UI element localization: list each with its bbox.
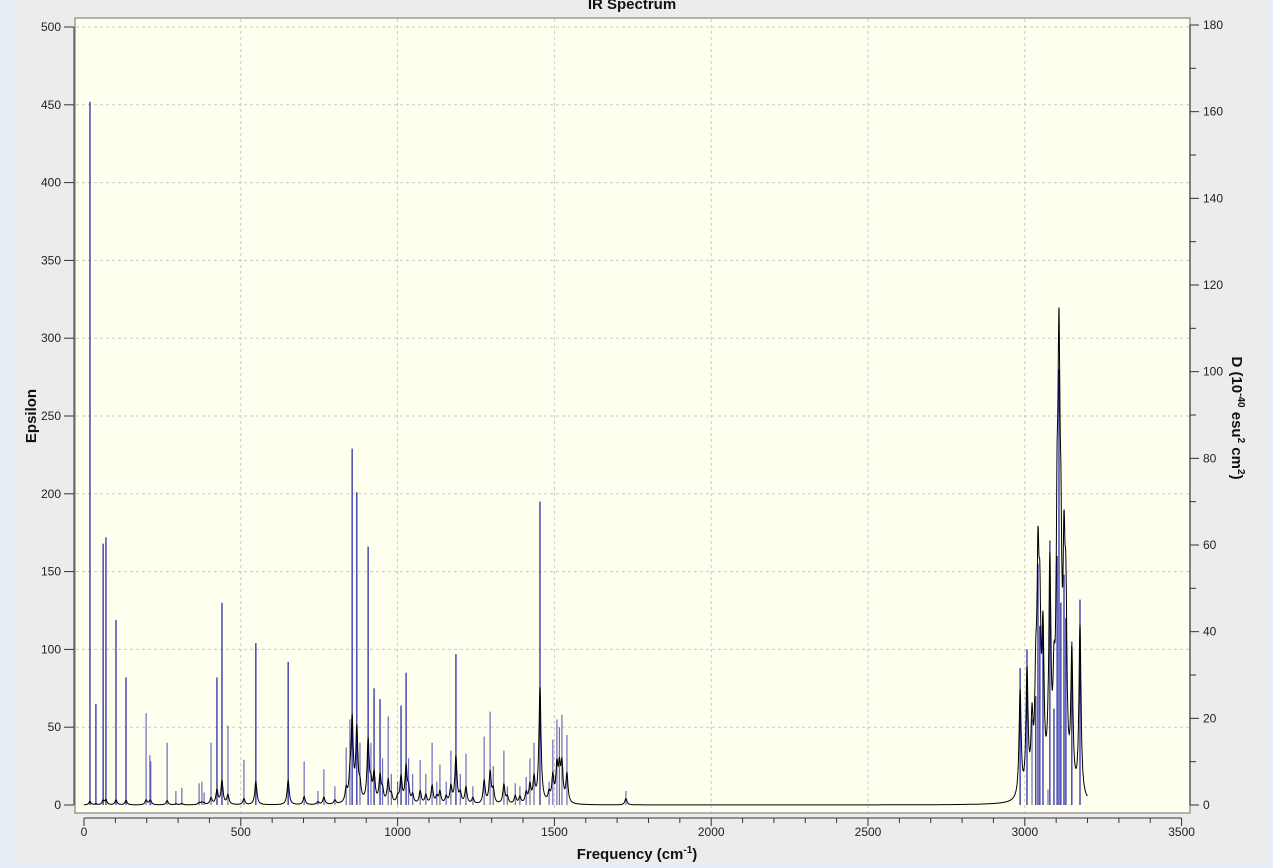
y-right-tick-label: 180 bbox=[1203, 18, 1223, 32]
y-right-tick-label: 160 bbox=[1203, 105, 1223, 119]
y-tick-label: 150 bbox=[41, 565, 61, 579]
y-tick-label: 300 bbox=[41, 331, 61, 345]
y-tick-label: 350 bbox=[41, 253, 61, 267]
ir-spectrum-chart: IR Spectrum 0 500 1000 1500 2000 2500 3000 3500… bbox=[23, 0, 1246, 863]
chart-title: IR Spectrum bbox=[588, 0, 676, 13]
y-tick-label: 500 bbox=[41, 20, 61, 34]
x-tick-label: 0 bbox=[81, 825, 88, 839]
x-tick-label: 3000 bbox=[1011, 825, 1038, 839]
y-tick-label: 100 bbox=[41, 642, 61, 656]
y-right-tick-label: 0 bbox=[1203, 798, 1210, 812]
y-tick-label: 0 bbox=[54, 798, 61, 812]
y-axis-label: Epsilon bbox=[23, 389, 40, 443]
plot-area bbox=[74, 17, 1191, 814]
y-right-tick-label: 100 bbox=[1203, 365, 1223, 379]
x-tick-label: 2000 bbox=[698, 825, 725, 839]
y-tick-label: 450 bbox=[41, 98, 61, 112]
y-right-tick-label: 120 bbox=[1203, 278, 1223, 292]
y-tick-label: 250 bbox=[41, 409, 61, 423]
y-tick-label: 400 bbox=[41, 176, 61, 190]
y-tick-label: 50 bbox=[48, 720, 62, 734]
y-right-tick-label: 140 bbox=[1203, 191, 1223, 205]
x-tick-label: 3500 bbox=[1168, 825, 1195, 839]
x-tick-label: 500 bbox=[231, 825, 251, 839]
x-tick-label: 2500 bbox=[855, 825, 882, 839]
x-tick-label: 1500 bbox=[541, 825, 568, 839]
y-axis-right-label: D (10-40 esu2 cm2) bbox=[1228, 356, 1246, 479]
y-tick-label: 200 bbox=[41, 487, 61, 501]
y-right-tick-label: 20 bbox=[1203, 711, 1217, 725]
y-right-tick-label: 80 bbox=[1203, 451, 1217, 465]
x-tick-label: 1000 bbox=[384, 825, 411, 839]
y-right-tick-label: 40 bbox=[1203, 625, 1217, 639]
x-axis-label: Frequency (cm-1) bbox=[577, 845, 698, 863]
y-right-tick-label: 60 bbox=[1203, 538, 1217, 552]
